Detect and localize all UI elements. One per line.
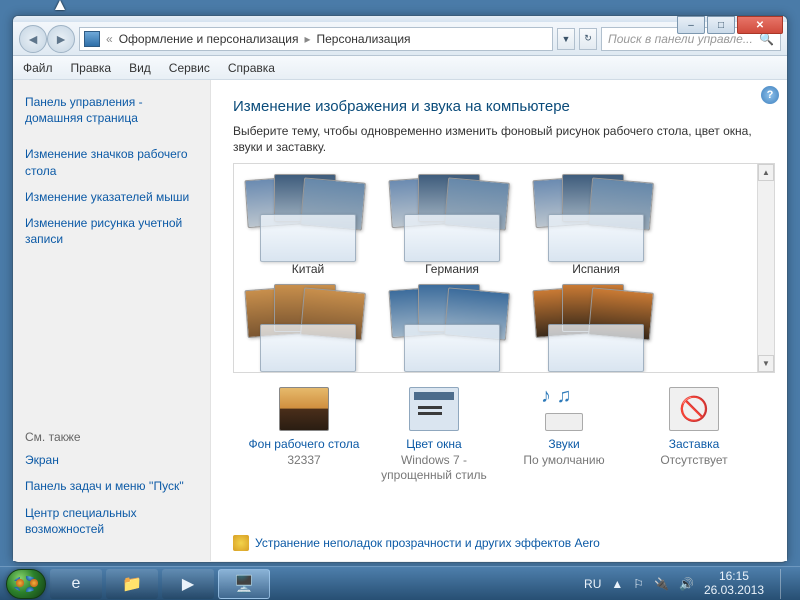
maximize-button[interactable]: □ [707,16,735,34]
desktop-bg-icon [279,387,329,431]
menu-view[interactable]: Вид [129,61,151,75]
aero-link[interactable]: Устранение неполадок прозрачности и друг… [255,536,600,550]
taskbar-wmp[interactable]: ▶ [162,569,214,599]
menu-bar: Файл Правка Вид Сервис Справка [13,56,787,80]
sounds-value: По умолчанию [499,453,629,468]
desktop-bg-value: 32337 [239,453,369,468]
sidebar-home[interactable]: Панель управления - домашняя страница [25,94,198,126]
theme-item[interactable] [242,282,374,370]
screensaver-value: Отсутствует [629,453,759,468]
chevron-icon: « [106,32,113,46]
theme-label: Германия [386,262,518,276]
crumb-sep-icon: ▸ [304,32,310,46]
aero-troubleshoot: Устранение неполадок прозрачности и друг… [211,527,787,561]
tray-flag-icon[interactable]: ⚐ [633,577,644,591]
cp-icon [84,31,100,47]
taskbar-ie[interactable]: e [50,569,102,599]
scrollbar[interactable]: ▲ ▼ [757,164,774,372]
crumb-current[interactable]: Персонализация [316,32,410,46]
theme-item[interactable]: Испания [530,172,662,276]
window-color-setting[interactable]: Цвет окна Windows 7 - упрощенный стиль [369,387,499,483]
crumb-parent[interactable]: Оформление и персонализация [119,32,299,46]
tray-volume-icon[interactable]: 🔊 [679,577,694,591]
tray-clock[interactable]: 16:15 26.03.2013 [704,570,764,598]
main-pane: ? Изменение изображения и звука на компь… [210,80,787,561]
settings-row: Фон рабочего стола 32337 Цвет окна Windo… [211,373,787,527]
mouse-cursor [55,0,65,10]
forward-button[interactable]: ► [47,25,75,53]
sounds-setting[interactable]: Звуки По умолчанию [499,387,629,468]
sounds-link[interactable]: Звуки [499,437,629,451]
taskbar-explorer[interactable]: 📁 [106,569,158,599]
sidebar-taskbar[interactable]: Панель задач и меню ''Пуск'' [25,478,198,494]
help-icon[interactable]: ? [761,86,779,104]
scroll-down-icon[interactable]: ▼ [758,355,774,372]
sidebar-mouse-pointers[interactable]: Изменение указателей мыши [25,189,198,205]
theme-item[interactable]: Китай [242,172,374,276]
sounds-icon [539,387,589,431]
window-color-value: Windows 7 - упрощенный стиль [369,453,499,483]
show-desktop-button[interactable] [780,569,790,599]
taskbar[interactable]: e 📁 ▶ 🖥️ RU ▲ ⚐ 🔌 🔊 16:15 26.03.2013 [0,566,800,600]
window-color-icon [409,387,459,431]
scroll-up-icon[interactable]: ▲ [758,164,774,181]
window-buttons: – □ ✕ [677,16,783,34]
shield-icon [233,535,249,551]
sidebar-desktop-icons[interactable]: Изменение значков рабочего стола [25,146,198,178]
see-also-header: См. также [25,430,198,444]
personalization-window: – □ ✕ ◄ ► « Оформление и персонализация … [12,15,788,563]
tray-overflow-icon[interactable]: ▲ [611,577,623,591]
tray-time: 16:15 [704,570,764,584]
page-title: Изменение изображения и звука на компьют… [233,98,765,115]
theme-item[interactable]: Германия [386,172,518,276]
sidebar-account-picture[interactable]: Изменение рисунка учетной записи [25,215,198,247]
tray-power-icon[interactable]: 🔌 [654,577,669,591]
start-button[interactable] [6,569,46,599]
taskbar-personalization[interactable]: 🖥️ [218,569,270,599]
theme-label: Китай [242,262,374,276]
screensaver-icon [669,387,719,431]
refresh-button[interactable]: ↻ [579,28,597,50]
sidebar-accessibility[interactable]: Центр специальных возможностей [25,505,198,537]
menu-file[interactable]: Файл [23,61,53,75]
menu-help[interactable]: Справка [228,61,275,75]
page-description: Выберите тему, чтобы одновременно измени… [233,123,765,155]
theme-item[interactable] [530,282,662,370]
minimize-button[interactable]: – [677,16,705,34]
desktop-background-setting[interactable]: Фон рабочего стола 32337 [239,387,369,468]
history-dropdown[interactable]: ▼ [557,28,575,50]
tray-lang[interactable]: RU [584,577,601,591]
theme-item[interactable] [386,282,518,370]
desktop-bg-link[interactable]: Фон рабочего стола [239,437,369,451]
close-button[interactable]: ✕ [737,16,783,34]
theme-label: Испания [530,262,662,276]
menu-tools[interactable]: Сервис [169,61,210,75]
tray-date: 26.03.2013 [704,584,764,598]
tray: RU ▲ ⚐ 🔌 🔊 16:15 26.03.2013 [584,569,794,599]
window-color-link[interactable]: Цвет окна [369,437,499,451]
themes-pane: ▲ ▼ Китай Германия Испания [233,163,775,373]
sidebar: Панель управления - домашняя страница Из… [13,80,210,561]
sidebar-screen[interactable]: Экран [25,452,198,468]
screensaver-link[interactable]: Заставка [629,437,759,451]
navigation-row: ◄ ► « Оформление и персонализация ▸ Перс… [13,22,787,56]
breadcrumb[interactable]: « Оформление и персонализация ▸ Персонал… [79,27,553,51]
back-button[interactable]: ◄ [19,25,47,53]
menu-edit[interactable]: Правка [71,61,112,75]
screensaver-setting[interactable]: Заставка Отсутствует [629,387,759,468]
